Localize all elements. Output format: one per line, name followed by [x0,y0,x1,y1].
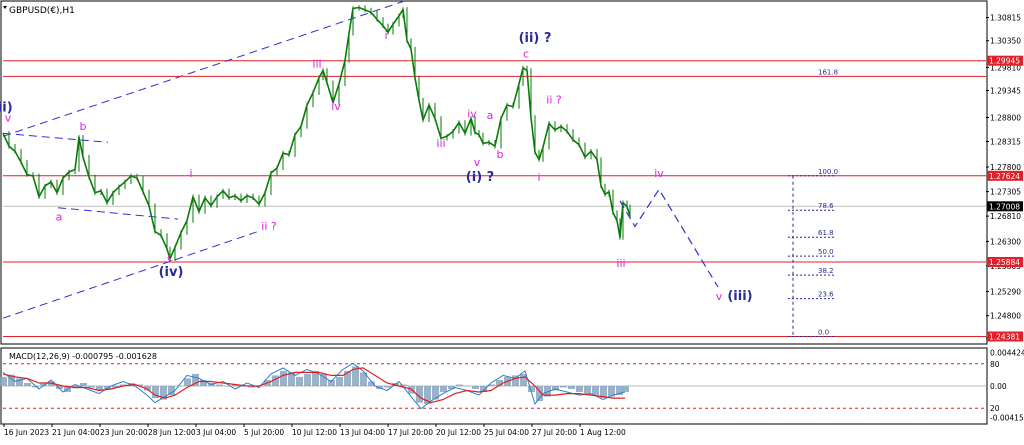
price-tag-label-4: 1.24381 [989,333,1020,342]
wave-label-21: iii [616,257,625,270]
wave-label-8: iii [312,57,321,70]
macd-histogram-bar [464,386,471,387]
time-axis-label-5: 5 Jul 20:00 [244,428,284,437]
macd-histogram-bar [440,386,447,392]
wave-label-15: b [497,148,504,161]
macd-histogram-bar [472,386,479,389]
macd-histogram-bar [184,378,191,386]
wave-label-7: ii ? [261,220,277,233]
macd-histogram-bar [560,386,567,388]
macd-histogram-bar [336,376,343,386]
time-axis-label-10: 25 Jul 04:00 [484,428,529,437]
time-axis-label-0: 16 Jun 2023 [4,428,49,437]
macd-histogram-bar [584,386,591,394]
wave-label-23: v [716,290,723,303]
wave-label-18: c [523,48,529,61]
time-axis-label-6: 10 Jul 12:00 [292,428,337,437]
macd-histogram-bar [216,384,223,386]
wave-label-22: iv [654,167,664,180]
macd-histogram-bar [296,376,303,386]
macd-histogram-bar [576,386,583,392]
price-axis-label-0: 1.30815 [990,14,1021,23]
wave-label-20: i [537,171,540,184]
wave-label-2: b [80,120,87,133]
wave-label-14: v [474,156,481,169]
price-axis-label-8: 1.26810 [990,212,1021,221]
fib-ratio-label-5: 38.2 [818,267,834,275]
fib-ratio-label-4: 50.0 [818,248,834,256]
price-tag-label-1: 1.27624 [989,172,1020,181]
wave-label-1: v [5,111,12,124]
price-tag-label-2: 1.27008 [989,202,1020,211]
wave-label-17: (ii) ? [519,31,552,46]
time-axis-label-7: 13 Jul 04:00 [340,428,385,437]
macd-overlay-axis-label-0: 80 [990,360,1000,369]
price-axis-label-6: 1.27800 [990,163,1021,172]
wave-label-3: a [56,211,63,224]
wave-label-13: a [487,109,494,122]
fib-ratio-label-3: 61.8 [818,229,834,237]
macd-histogram-bar [512,375,519,386]
fib-ratio-label-2: 78.6 [818,202,834,210]
price-axis-label-11: 1.25290 [990,288,1021,297]
wave-label-5: (iv) [159,265,184,280]
fib-ratio-label-1: 100.0 [818,168,838,176]
price-axis-label-7: 1.27305 [990,188,1021,197]
wave-label-10: i [384,29,387,42]
price-axis-label-3: 1.29345 [990,87,1021,96]
macd-overlay-axis-label-1: 20 [990,404,1000,413]
time-axis-label-3: 28 Jun 12:00 [148,428,196,437]
macd-histogram-bar [280,370,287,386]
time-axis-label-4: 3 Jul 04:00 [196,428,236,437]
wave-label-11: iii [436,137,445,150]
wave-label-9: iv [331,100,341,113]
fib-ratio-label-0: 161.8 [818,68,838,76]
macd-histogram-bar [592,386,599,396]
fib-ratio-label-6: 23.6 [818,291,834,299]
macd-label: MACD(12,26,9) -0.000795 -0.001628 [9,352,157,361]
macd-histogram-bar [176,386,183,387]
price-axis-label-4: 1.28800 [990,114,1021,123]
macd-histogram-bar [456,384,463,386]
macd-histogram-bar [568,386,575,389]
macd-histogram-bar [80,383,87,386]
macd-histogram-bar [384,386,391,388]
macd-histogram-bar [0,376,7,386]
price-axis-label-9: 1.26300 [990,237,1021,246]
chart-canvas: 161.8100.078.661.850.038.223.60.0 iii)vb… [0,0,1024,441]
macd-axis-label-0: 0.004424 [990,349,1024,358]
macd-histogram-bar [24,383,31,386]
price-tag-label-3: 1.25884 [989,258,1020,267]
time-axis-label-11: 27 Jul 20:00 [532,428,577,437]
wave-label-4: c [167,251,173,264]
price-axis-label-12: 1.24800 [990,312,1021,321]
wave-label-16: (i) ? [466,170,494,185]
wave-label-19: ii ? [546,94,562,107]
wave-label-12: iv [467,108,477,121]
time-axis-label-9: 20 Jul 12:00 [436,428,481,437]
macd-histogram-bar [304,373,311,386]
price-tag-label-0: 1.29945 [989,57,1020,66]
macd-histogram-bar [88,386,95,388]
price-axis-label-1: 1.30350 [990,37,1021,46]
chart-window: 161.8100.078.661.850.038.223.60.0 iii)vb… [0,0,1024,441]
time-axis-label-8: 17 Jul 20:00 [388,428,433,437]
time-axis-label-2: 23 Jun 20:00 [100,428,148,437]
wave-label-24: (iii) [727,289,752,304]
macd-axis-label-1: 0.00 [990,382,1007,391]
price-axis-label-5: 1.28315 [990,138,1021,147]
macd-axis-label-2: -0.004156 [990,413,1024,422]
fib-ratio-label-7: 0.0 [818,329,829,337]
time-axis-label-12: 1 Aug 12:00 [580,428,626,437]
macd-histogram-bar [432,386,439,400]
macd-histogram-bar [622,386,629,392]
symbol-label: GBPUSD(€),H1 [9,6,75,16]
time-axis-label-1: 21 Jun 04:00 [52,428,100,437]
wave-label-6: i [189,167,192,180]
